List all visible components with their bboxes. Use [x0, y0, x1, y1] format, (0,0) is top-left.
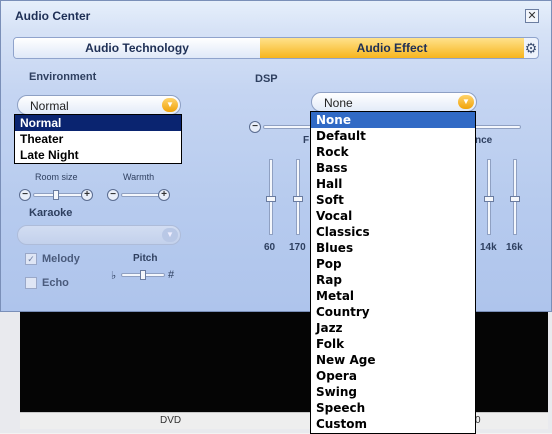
dsp-option[interactable]: Blues [311, 240, 475, 256]
dsp-option[interactable]: Custom [311, 416, 475, 432]
dsp-option[interactable]: Classics [311, 224, 475, 240]
chevron-down-icon: ▼ [458, 95, 474, 109]
room-size-minus-icon[interactable]: − [19, 189, 31, 201]
window-title: Audio Center [15, 9, 91, 23]
environment-option[interactable]: Late Night [15, 147, 181, 163]
dsp-option[interactable]: Default [311, 128, 475, 144]
dsp-option[interactable]: Soft [311, 192, 475, 208]
echo-checkbox[interactable] [25, 277, 37, 289]
tab-audio-technology[interactable]: Audio Technology [14, 38, 260, 58]
dsp-partial-label-left: F [303, 135, 310, 146]
dsp-option[interactable]: Hall [311, 176, 475, 192]
dsp-option[interactable]: New Age [311, 352, 475, 368]
dsp-preamp-minus-icon[interactable]: − [249, 121, 261, 133]
dsp-option[interactable]: Rap [311, 272, 475, 288]
melody-checkbox[interactable]: ✓ [25, 253, 37, 265]
dsp-option[interactable]: Opera [311, 368, 475, 384]
room-size-thumb[interactable] [53, 190, 59, 200]
dsp-option[interactable]: Metal [311, 288, 475, 304]
source-label: DVD [160, 415, 182, 426]
dsp-option[interactable]: Speech [311, 400, 475, 416]
environment-combo-value: Normal [30, 99, 69, 113]
dsp-option[interactable]: Bass [311, 160, 475, 176]
warmth-minus-icon[interactable]: − [107, 189, 119, 201]
tab-audio-effect[interactable]: Audio Effect [260, 38, 524, 58]
close-icon[interactable]: ✕ [525, 9, 539, 23]
gear-icon[interactable]: ⚙ [524, 38, 538, 58]
environment-combo[interactable]: Normal ▼ [17, 95, 181, 115]
chevron-down-icon: ▼ [162, 98, 178, 112]
eq-band-14k-thumb[interactable] [484, 196, 494, 202]
eq-band-60-label: 60 [264, 242, 276, 253]
pitch-label: Pitch [133, 253, 158, 264]
eq-band-60-thumb[interactable] [266, 196, 276, 202]
room-size-plus-icon[interactable]: + [81, 189, 93, 201]
environment-label: Environment [29, 71, 97, 83]
dsp-option[interactable]: Country [311, 304, 475, 320]
dsp-combo-value: None [324, 96, 353, 110]
warmth-label: Warmth [123, 172, 155, 182]
karaoke-label: Karaoke [29, 207, 73, 219]
dsp-option[interactable]: Folk [311, 336, 475, 352]
environment-dropdown-list: Normal Theater Late Night [14, 114, 182, 164]
environment-option[interactable]: Normal [15, 115, 181, 131]
dsp-combo[interactable]: None ▼ [311, 92, 477, 112]
melody-label: Melody [42, 253, 80, 265]
dsp-option[interactable]: Rock [311, 144, 475, 160]
dsp-option[interactable]: Swing [311, 384, 475, 400]
eq-band-16k-label: 16k [506, 242, 523, 253]
dsp-dropdown-list: None Default Rock Bass Hall Soft Vocal C… [310, 111, 476, 434]
dsp-label: DSP [255, 73, 278, 85]
karaoke-combo[interactable]: ▼ [17, 225, 181, 245]
tab-bar: Audio Technology Audio Effect ⚙ [13, 37, 539, 59]
pitch-thumb[interactable] [140, 270, 146, 280]
dsp-option[interactable]: None [311, 112, 475, 128]
dsp-option[interactable]: Pop [311, 256, 475, 272]
chevron-down-icon: ▼ [162, 228, 178, 242]
pitch-flat-icon: ♭ [111, 270, 117, 282]
eq-band-170-thumb[interactable] [293, 196, 303, 202]
dsp-option[interactable]: Jazz [311, 320, 475, 336]
pitch-sharp-icon: # [168, 269, 175, 281]
dsp-option[interactable]: Vocal [311, 208, 475, 224]
warmth-slider[interactable] [121, 193, 161, 197]
warmth-plus-icon[interactable]: + [158, 189, 170, 201]
environment-option[interactable]: Theater [15, 131, 181, 147]
dsp-partial-label-right: nce [475, 135, 493, 146]
room-size-label: Room size [35, 172, 78, 182]
eq-band-170-label: 170 [289, 242, 306, 253]
echo-label: Echo [42, 277, 69, 289]
eq-band-14k-label: 14k [480, 242, 497, 253]
eq-band-16k-thumb[interactable] [510, 196, 520, 202]
